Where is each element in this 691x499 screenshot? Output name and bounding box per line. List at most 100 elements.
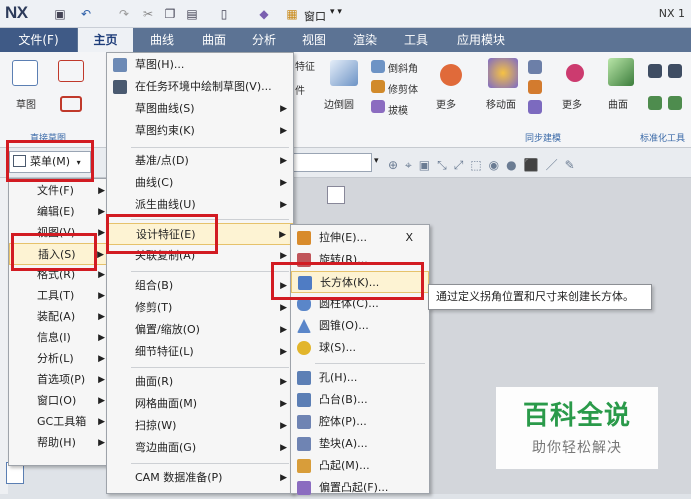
surface-label[interactable]: 曲面 [608,96,628,111]
profile-icon[interactable] [58,60,84,82]
tab-analysis[interactable]: 分析 [242,28,286,52]
menu-item-cam-prep[interactable]: CAM 数据准备(P) ▶ [107,467,293,489]
highlight-design-feature [106,214,218,254]
tab-curve[interactable]: 曲线 [140,28,184,52]
draft-label[interactable]: 拔模 [388,102,408,117]
sync-icon-3[interactable] [528,100,542,114]
edge-blend-icon[interactable] [330,60,358,86]
menu-item-offset-emboss[interactable]: 偏置凸起(F)... [291,477,429,499]
menu-item-gc-toolkit[interactable]: GC工具箱 ▶ [9,411,111,433]
menu-item-help[interactable]: 帮助(H) ▶ [9,432,111,454]
undo-icon[interactable]: ↶ [78,6,94,22]
surface-icon[interactable] [608,58,634,86]
menu-item-detail-feature[interactable]: 细节特征(L) ▶ [107,341,293,363]
sync-icon-1[interactable] [528,60,542,74]
selection-filter-dropdown[interactable] [292,153,372,172]
menu-item-pocket[interactable]: 腔体(P)... [291,411,429,433]
move-face-icon[interactable] [488,58,518,88]
block-tooltip: 通过定义拐角位置和尺寸来创建长方体。 [428,284,652,310]
watermark: 百科全说 助你轻松解决 [496,387,658,469]
menu-item-preferences[interactable]: 首选项(P) ▶ [9,369,111,391]
menu-item-hole[interactable]: 孔(H)... [291,367,429,389]
menu-item-datum-point[interactable]: 基准/点(D) ▶ [107,150,293,172]
menu-item-extrude[interactable]: 拉伸(E)... X [291,227,429,249]
menu-item-assembly[interactable]: 装配(A) ▶ [9,306,111,328]
std-icon-3[interactable] [648,96,662,110]
menu-item-tools[interactable]: 工具(T) ▶ [9,285,111,307]
menu-item-boss[interactable]: 凸台(B)... [291,389,429,411]
window-menu-label[interactable]: 窗口 [304,8,326,24]
menu-item-window[interactable]: 窗口(O) ▶ [9,390,111,412]
more-features-icon[interactable] [440,64,462,86]
tab-home[interactable]: 主页 [78,28,133,52]
trim-body-icon[interactable] [371,80,385,93]
menu-item-file[interactable]: 文件(F) ▶ [9,180,111,202]
rectangle-icon[interactable] [60,96,82,112]
menu-item-offset-scale[interactable]: 偏置/缩放(O) ▶ [107,319,293,341]
chevron-down-icon[interactable]: ▾ ▾ [330,7,342,17]
more-label-2[interactable]: 更多 [562,96,582,111]
menu-item-surface[interactable]: 曲面(R) ▶ [107,371,293,393]
menu-item-trim[interactable]: 修剪(T) ▶ [107,297,293,319]
touch-mode-icon[interactable]: ◆ [256,6,272,22]
edge-blend-label[interactable]: 边倒圆 [324,96,354,111]
chevron-down-icon[interactable]: ▾ [374,156,379,166]
tab-render[interactable]: 渲染 [343,28,387,52]
menu-item-emboss[interactable]: 凸起(M)... [291,455,429,477]
tab-file[interactable]: 文件(F) [0,28,77,52]
tab-application[interactable]: 应用模块 [446,28,516,52]
more-label-1[interactable]: 更多 [436,96,456,111]
menu-item-mesh-surface[interactable]: 网格曲面(M) ▶ [107,393,293,415]
tab-tools[interactable]: 工具 [394,28,438,52]
repeat-command-icon[interactable]: ▯ [216,6,232,22]
tab-surface[interactable]: 曲面 [192,28,236,52]
std-icon-1[interactable] [648,64,662,78]
menu-item-sketch-constraint[interactable]: 草图约束(K) ▶ [107,120,293,142]
std-icon-4[interactable] [668,96,682,110]
resource-bar[interactable] [0,178,8,494]
more-sync-icon[interactable] [566,64,584,82]
menu-item-curve[interactable]: 曲线(C) ▶ [107,172,293,194]
menu-item-edit[interactable]: 编辑(E) ▶ [9,201,111,223]
move-face-label[interactable]: 移动面 [486,96,516,111]
window-icon[interactable]: ▦ [284,6,300,22]
menu-item-sphere[interactable]: 球(S)... [291,337,429,359]
trim-body-label[interactable]: 修剪体 [388,81,418,96]
sketch-icon [113,58,127,72]
maximize-view-icon[interactable] [327,186,345,204]
ribbon-panel: 草图 直接草图 特征 件 边倒圆 倒斜角 修剪体 拔模 更多 移动面 更多 同步… [0,52,691,148]
menu-separator [131,367,289,368]
menu-item-flange-surface[interactable]: 弯边曲面(G) ▶ [107,437,293,459]
highlight-block [271,262,424,300]
menu-item-analysis[interactable]: 分析(L) ▶ [9,348,111,370]
menu-item-pad[interactable]: 垫块(A)... [291,433,429,455]
menu-item-combine[interactable]: 组合(B) ▶ [107,275,293,297]
sketch-icon[interactable] [12,60,38,86]
chamfer-icon[interactable] [371,60,385,73]
cut-icon[interactable]: ✂ [140,6,156,22]
std-icon-2[interactable] [668,64,682,78]
sync-icon-2[interactable] [528,80,542,94]
task-sketch-icon [113,80,127,94]
redo-icon[interactable]: ↷ [116,6,132,22]
menu-item-sketch-in-task[interactable]: 在任务环境中绘制草图(V)... [107,76,293,98]
save-icon[interactable]: ▣ [52,6,68,22]
tab-view[interactable]: 视图 [292,28,336,52]
app-title: NX 1 [658,7,685,20]
snap-toolbar-icons[interactable]: ⊕⌖▣⤡⤢⬚◉●⬛／✎ [388,156,668,172]
menu-separator [131,463,289,464]
draft-icon[interactable] [371,100,385,113]
menu-separator [315,363,425,364]
menu-item-sketch[interactable]: 草图(H)... [107,54,293,76]
highlight-menu-button [6,140,94,182]
menu-item-sweep[interactable]: 扫掠(W) ▶ [107,415,293,437]
paste-icon[interactable]: ▤ [184,6,200,22]
ribbon-tabs: 文件(F) 主页 曲线 曲面 分析 视图 渲染 工具 应用模块 [0,28,691,52]
menu-item-cone[interactable]: 圆锥(O)... [291,315,429,337]
menu-item-info[interactable]: 信息(I) ▶ [9,327,111,349]
chamfer-label[interactable]: 倒斜角 [388,60,418,75]
sketch-label[interactable]: 草图 [6,96,46,111]
copy-icon[interactable]: ❐ [162,6,178,22]
menu-item-derived-curve[interactable]: 派生曲线(U) ▶ [107,194,293,216]
menu-item-sketch-curve[interactable]: 草图曲线(S) ▶ [107,98,293,120]
